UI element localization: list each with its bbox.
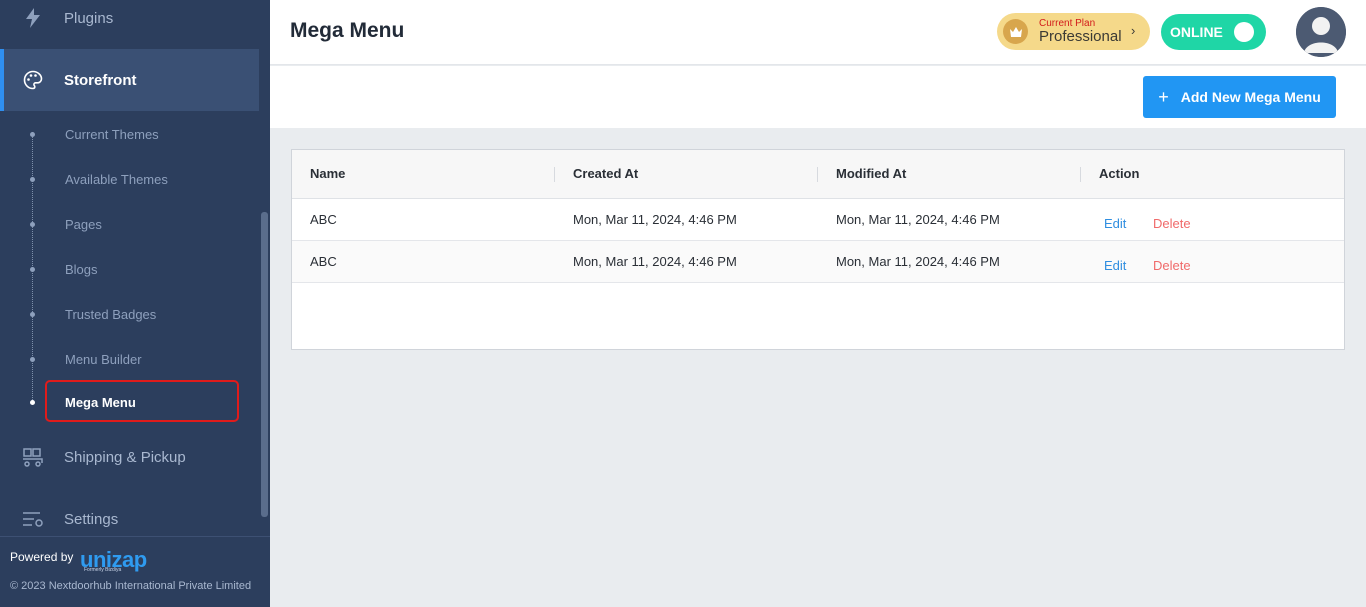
subnav-item-label: Pages: [65, 217, 102, 232]
column-divider: [1080, 167, 1081, 182]
nav-plugins-label: Plugins: [64, 9, 114, 27]
table-row: ABC Mon, Mar 11, 2024, 4:46 PM Mon, Mar …: [292, 199, 1344, 241]
column-header-name[interactable]: Name: [310, 166, 345, 181]
delivery-icon: [22, 446, 44, 468]
settings-sliders-icon: [22, 508, 44, 530]
bullet-icon: [30, 132, 35, 137]
column-header-created-at[interactable]: Created At: [573, 166, 638, 181]
nav-shipping-label: Shipping & Pickup: [64, 448, 186, 466]
add-button-label: Add New Mega Menu: [1180, 89, 1321, 105]
nav-storefront-label: Storefront: [64, 71, 137, 89]
sidebar: Plugins Storefront Current Themes Availa…: [0, 0, 270, 607]
sidebar-footer: Powered by unizap Formerly Bizdiya © 202…: [0, 536, 270, 607]
crown-icon: [1003, 19, 1028, 44]
cell-modified-at: Mon, Mar 11, 2024, 4:46 PM: [836, 254, 1000, 269]
subnav-item-trusted-badges[interactable]: Trusted Badges: [0, 292, 259, 337]
nav-shipping-pickup[interactable]: Shipping & Pickup: [0, 440, 259, 474]
delete-link[interactable]: Delete: [1153, 258, 1191, 273]
subnav-item-available-themes[interactable]: Available Themes: [0, 157, 259, 202]
online-status-toggle[interactable]: ONLINE: [1161, 14, 1266, 50]
delete-link[interactable]: Delete: [1153, 216, 1191, 231]
subnav-item-label: Blogs: [65, 262, 98, 277]
cell-created-at: Mon, Mar 11, 2024, 4:46 PM: [573, 212, 737, 227]
selection-highlight: [45, 380, 239, 422]
subnav-item-current-themes[interactable]: Current Themes: [0, 112, 259, 157]
sidebar-scrollbar-thumb[interactable]: [261, 212, 268, 517]
bullet-icon: [30, 312, 35, 317]
edit-link[interactable]: Edit: [1104, 216, 1126, 231]
copyright-text: © 2023 Nextdoorhub International Private…: [10, 580, 252, 592]
bullet-icon: [30, 267, 35, 272]
table-header: Name Created At Modified At Action: [292, 150, 1344, 199]
user-avatar-icon: [1296, 7, 1346, 57]
nav-settings[interactable]: Settings: [0, 502, 259, 536]
cell-created-at: Mon, Mar 11, 2024, 4:46 PM: [573, 254, 737, 269]
plus-icon: +: [1158, 86, 1169, 107]
chevron-right-icon: ›: [1131, 23, 1136, 38]
table-row: ABC Mon, Mar 11, 2024, 4:46 PM Mon, Mar …: [292, 241, 1344, 283]
bullet-icon: [30, 177, 35, 182]
online-status-label: ONLINE: [1170, 24, 1223, 40]
nav-settings-label: Settings: [64, 510, 119, 528]
powered-by-label: Powered by: [10, 550, 74, 564]
page-toolbar: + Add New Mega Menu: [270, 66, 1366, 128]
cell-modified-at: Mon, Mar 11, 2024, 4:46 PM: [836, 212, 1000, 227]
avatar[interactable]: [1296, 7, 1346, 57]
subnav-item-label: Available Themes: [65, 172, 168, 187]
subnav-item-label: Trusted Badges: [65, 307, 157, 322]
plan-name: Professional: [1039, 28, 1122, 45]
palette-icon: [22, 69, 44, 91]
logo-tagline: Formerly Bizdiya: [84, 567, 122, 573]
lightning-icon: [22, 7, 44, 29]
column-divider: [817, 167, 818, 182]
edit-link[interactable]: Edit: [1104, 258, 1126, 273]
subnav-item-pages[interactable]: Pages: [0, 202, 259, 247]
nav-storefront[interactable]: Storefront: [0, 49, 259, 111]
mega-menu-table: Name Created At Modified At Action ABC M…: [291, 149, 1345, 350]
cell-name: ABC: [310, 254, 337, 269]
toggle-knob: [1234, 22, 1254, 42]
subnav-item-label: Menu Builder: [65, 352, 142, 367]
bullet-icon: [30, 357, 35, 362]
bullet-icon: [30, 400, 35, 405]
column-header-modified-at[interactable]: Modified At: [836, 166, 906, 181]
plan-badge[interactable]: Current Plan Professional ›: [997, 13, 1150, 50]
bullet-icon: [30, 222, 35, 227]
subnav-item-label: Current Themes: [65, 127, 159, 142]
column-header-action: Action: [1099, 166, 1140, 181]
subnav-item-blogs[interactable]: Blogs: [0, 247, 259, 292]
page-title: Mega Menu: [290, 19, 405, 42]
nav-plugins[interactable]: Plugins: [0, 0, 259, 36]
cell-name: ABC: [310, 212, 337, 227]
subnav-item-menu-builder[interactable]: Menu Builder: [0, 337, 259, 382]
add-new-mega-menu-button[interactable]: + Add New Mega Menu: [1143, 76, 1336, 118]
column-divider: [554, 167, 555, 182]
top-header: Mega Menu Current Plan Professional › ON…: [270, 0, 1366, 65]
